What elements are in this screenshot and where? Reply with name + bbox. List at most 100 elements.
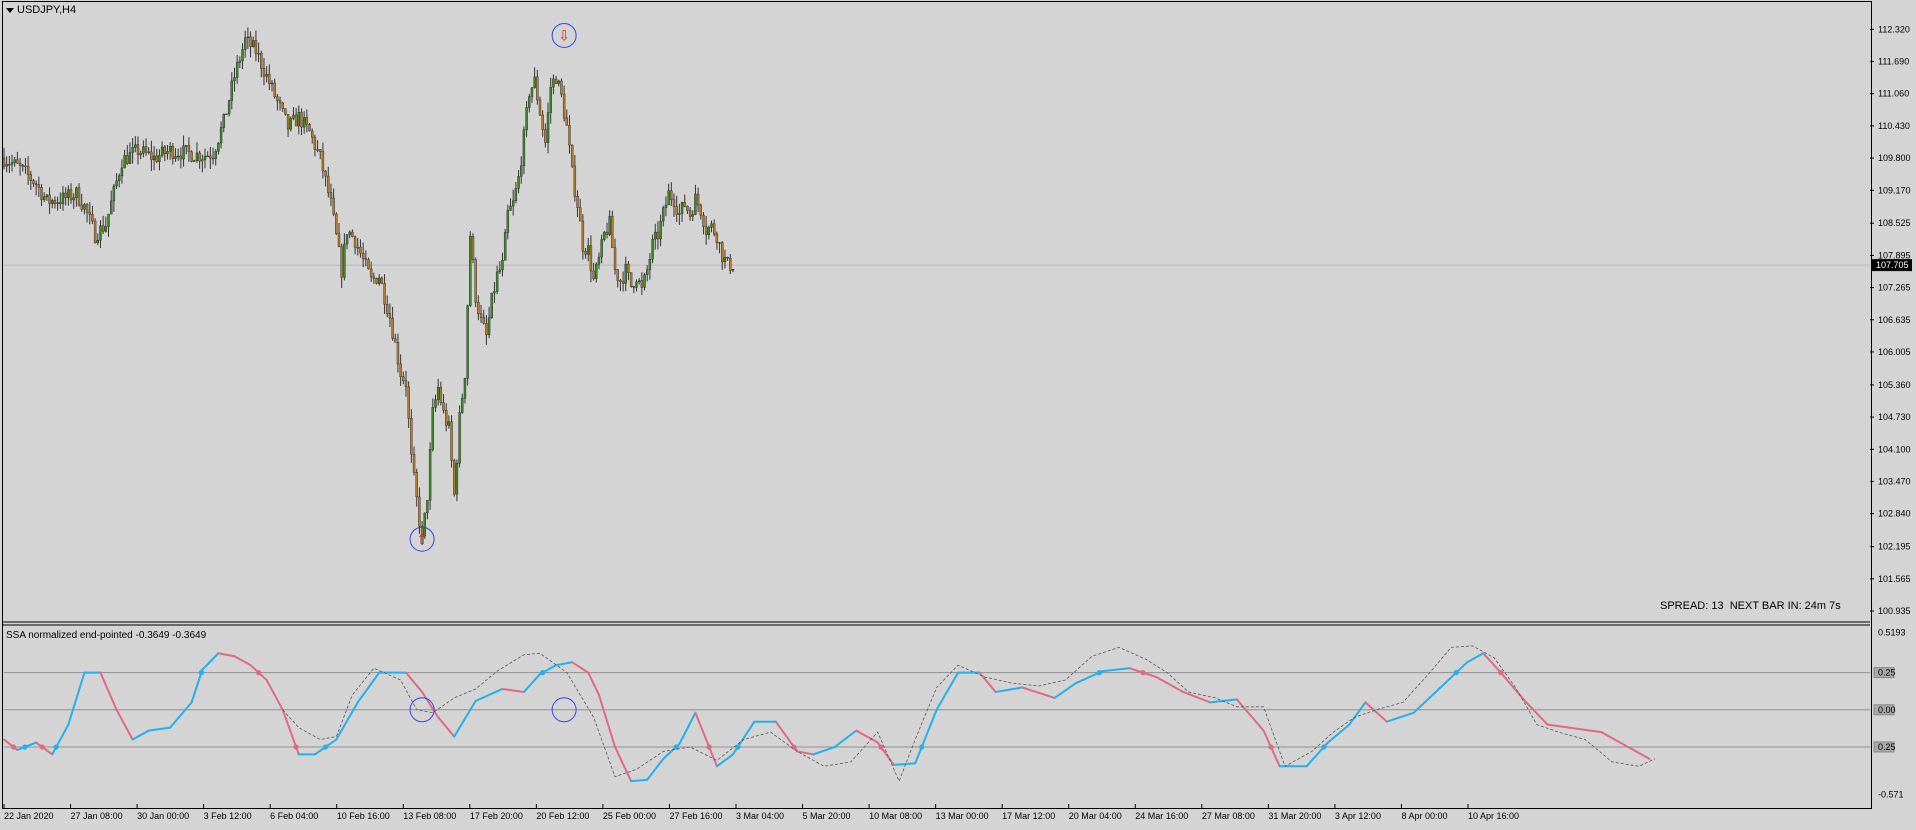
candle-body	[375, 278, 378, 284]
candle-body	[565, 117, 568, 126]
candle-body	[198, 152, 201, 162]
candle-body	[252, 40, 255, 47]
candle-body	[131, 147, 134, 153]
candle-body	[93, 220, 97, 243]
candle-body	[217, 142, 220, 152]
candles	[2, 27, 735, 546]
candle-body	[554, 78, 558, 84]
candle-body	[627, 263, 630, 273]
candle-body	[530, 87, 534, 97]
ssa-segment	[233, 655, 252, 667]
candle-body	[369, 268, 373, 278]
candle-body	[616, 269, 619, 281]
ssa-segment	[217, 652, 236, 658]
candle-body	[546, 112, 550, 143]
cross-marker	[39, 744, 45, 750]
candle-body	[206, 155, 209, 158]
indicator-tick-label: -0.571	[1878, 790, 1904, 800]
cross-marker	[293, 744, 299, 750]
candle-body	[402, 376, 405, 381]
candle-body	[316, 149, 319, 151]
candle-body	[372, 276, 376, 279]
cross-marker	[10, 744, 17, 750]
time-tick-label: 22 Jan 2020	[4, 811, 54, 821]
ssa-segment	[99, 671, 118, 711]
price-tick-label: 102.840	[1878, 509, 1911, 519]
candle-body	[136, 144, 140, 155]
candle-body	[56, 202, 59, 204]
candle-body	[85, 204, 89, 213]
candle-body	[506, 210, 510, 233]
candle-body	[230, 80, 234, 101]
candle-body	[538, 99, 542, 116]
ssa-segment	[812, 745, 836, 756]
candle-body	[659, 220, 662, 240]
time-tick-label: 3 Mar 04:00	[736, 811, 784, 821]
candle-body	[243, 37, 247, 50]
candle-body	[404, 380, 408, 388]
candle-body	[276, 96, 279, 101]
ssa-segment	[1498, 670, 1528, 704]
candle-body	[361, 253, 365, 259]
candle-body	[8, 164, 11, 166]
candle-body	[544, 129, 547, 143]
candle-body	[43, 196, 46, 200]
candle-body	[495, 271, 499, 292]
candle-body	[453, 460, 456, 495]
ssa-segment	[1546, 723, 1571, 729]
ssa-segment	[1466, 652, 1485, 664]
candle-body	[99, 225, 102, 241]
chart-canvas[interactable]: 112.320 111.690 111.060 110.430 109.800 109.1…	[0, 0, 1916, 830]
candle-body	[415, 472, 418, 498]
ssa-segment	[147, 726, 172, 732]
candle-body	[343, 243, 346, 278]
ssa-segment	[201, 652, 220, 671]
time-tick-label: 3 Apr 12:00	[1335, 811, 1381, 821]
candle-body	[718, 242, 721, 244]
price-tick-label: 101.565	[1878, 574, 1911, 584]
candle-body	[646, 269, 649, 275]
candle-body	[160, 146, 164, 156]
candle-body	[667, 190, 670, 206]
candle-body	[273, 82, 276, 97]
candle-body	[69, 189, 73, 201]
candle-body	[45, 194, 49, 198]
ssa-segment	[935, 671, 960, 711]
candle-body	[391, 317, 394, 339]
ssa-segment	[356, 671, 381, 704]
candle-body	[150, 151, 153, 161]
time-tick-label: 17 Feb 20:00	[470, 811, 523, 821]
candle-body	[637, 280, 641, 283]
candle-body	[410, 418, 413, 455]
candle-body	[699, 204, 702, 216]
candle-body	[80, 204, 83, 210]
candle-body	[611, 216, 614, 249]
indicator-tick-label: 0.00	[1878, 705, 1896, 715]
candle-body	[552, 78, 555, 88]
candle-body	[613, 247, 617, 270]
candle-body	[34, 183, 38, 186]
candle-body	[431, 407, 434, 450]
candle-body	[632, 286, 635, 288]
chevron-down-icon[interactable]	[6, 7, 14, 13]
ssa-segment	[630, 778, 649, 783]
ssa-segment	[265, 679, 284, 711]
candle-body	[380, 277, 384, 284]
ssa-segment	[555, 661, 574, 667]
candle-body	[394, 338, 397, 343]
candle-body	[40, 186, 43, 200]
time-tick-label: 10 Apr 16:00	[1468, 811, 1519, 821]
candle-body	[219, 127, 223, 144]
chart-title[interactable]: USDJPY,H4	[6, 4, 76, 16]
candle-body	[570, 144, 574, 167]
price-tick-label: 109.800	[1878, 153, 1911, 163]
candle-body	[731, 269, 735, 271]
candle-body	[704, 226, 708, 235]
candle-body	[351, 231, 354, 237]
candle-body	[211, 157, 215, 160]
candle-body	[152, 155, 156, 161]
candle-body	[126, 155, 129, 164]
candle-body	[292, 114, 295, 119]
candle-body	[445, 410, 448, 426]
price-tick-label: 112.320	[1878, 24, 1910, 34]
